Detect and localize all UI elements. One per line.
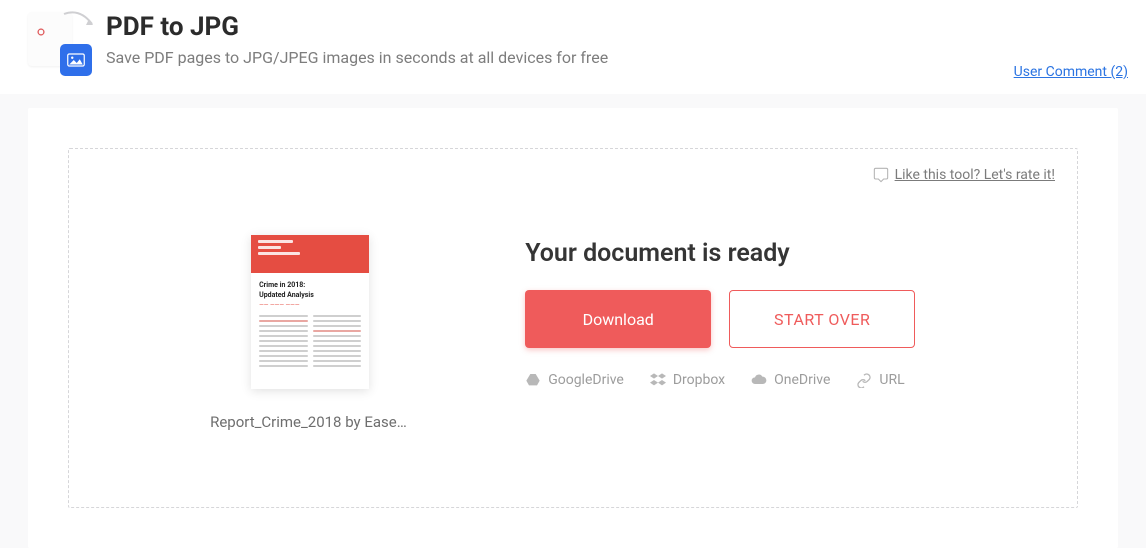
- rate-label: Like this tool? Let's rate it!: [895, 167, 1055, 183]
- file-name-label: Report_Crime_2018 by EasePD...: [210, 413, 410, 431]
- dropbox-icon: [650, 372, 666, 388]
- result-panel: Like this tool? Let's rate it! Crime in …: [68, 148, 1078, 508]
- speech-icon: [873, 167, 889, 183]
- share-googledrive[interactable]: GoogleDrive: [525, 372, 624, 388]
- preview-column: Crime in 2018: Updated Analysis —— ——— —…: [95, 235, 525, 431]
- content-row: Crime in 2018: Updated Analysis —— ——— —…: [95, 235, 1051, 431]
- jpg-icon: [60, 44, 92, 76]
- page-title: PDF to JPG: [106, 12, 608, 42]
- thumb-body: Crime in 2018: Updated Analysis —— ——— —…: [251, 273, 369, 378]
- action-column: Your document is ready Download START OV…: [525, 235, 1051, 388]
- arrow-icon: [62, 10, 98, 32]
- onedrive-icon: [751, 372, 767, 388]
- googledrive-icon: [525, 372, 541, 388]
- page-header: PDF to JPG Save PDF pages to JPG/JPEG im…: [0, 0, 1146, 94]
- share-googledrive-label: GoogleDrive: [548, 372, 624, 388]
- share-dropbox-label: Dropbox: [673, 372, 725, 388]
- page-subtitle: Save PDF pages to JPG/JPEG images in sec…: [106, 48, 608, 67]
- rate-prompt[interactable]: Like this tool? Let's rate it!: [873, 167, 1055, 183]
- thumb-header: [251, 235, 369, 273]
- thumb-subtitle: —— ——— ———: [259, 302, 361, 309]
- ready-title: Your document is ready: [525, 239, 1051, 268]
- button-row: Download START OVER: [525, 290, 1051, 348]
- header-text: PDF to JPG Save PDF pages to JPG/JPEG im…: [106, 12, 608, 67]
- share-url-label: URL: [879, 372, 904, 388]
- document-thumbnail[interactable]: Crime in 2018: Updated Analysis —— ——— —…: [251, 235, 369, 389]
- tool-icon: [28, 12, 92, 76]
- share-url[interactable]: URL: [856, 372, 904, 388]
- link-icon: [856, 372, 872, 388]
- main-card: Like this tool? Let's rate it! Crime in …: [28, 108, 1118, 548]
- user-comment-link[interactable]: User Comment (2): [1014, 64, 1128, 80]
- share-dropbox[interactable]: Dropbox: [650, 372, 725, 388]
- download-button[interactable]: Download: [525, 290, 711, 348]
- share-onedrive[interactable]: OneDrive: [751, 372, 830, 388]
- start-over-button[interactable]: START OVER: [729, 290, 915, 348]
- thumb-title-line1: Crime in 2018:: [259, 281, 361, 289]
- share-row: GoogleDrive Dropbox OneDrive URL: [525, 372, 1051, 388]
- thumb-columns: [259, 315, 361, 370]
- share-onedrive-label: OneDrive: [774, 372, 830, 388]
- thumb-title-line2: Updated Analysis: [259, 291, 361, 299]
